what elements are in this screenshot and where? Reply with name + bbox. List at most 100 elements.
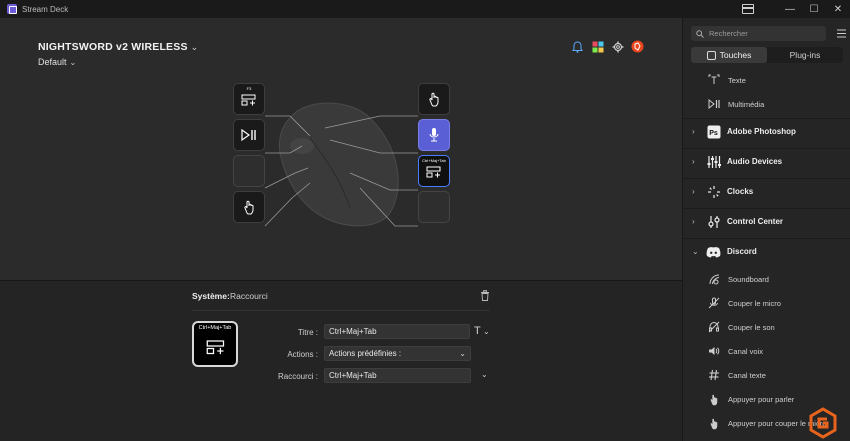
chevron-down-icon: ⌄: [459, 349, 466, 358]
soundboard-icon: [707, 272, 721, 286]
key-left-4[interactable]: [233, 191, 265, 223]
bell-icon[interactable]: [571, 40, 584, 53]
play-pause-icon: [241, 128, 256, 142]
sound-mute-icon: [707, 320, 721, 334]
maximize-button[interactable]: ☐: [802, 0, 826, 18]
divider: [192, 310, 490, 311]
elgato-user-icon[interactable]: [631, 40, 644, 53]
audio-devices-icon: [706, 154, 721, 169]
gear-icon[interactable]: [611, 40, 624, 53]
title-label: Titre :: [297, 328, 318, 337]
property-inspector: Système: Raccourci Ctrl+Maj+Tab Titre : …: [0, 280, 682, 441]
category-discord[interactable]: ⌄ Discord: [683, 238, 850, 264]
chevron-right-icon: ›: [692, 217, 695, 226]
tab-touches[interactable]: Touches: [691, 47, 767, 63]
search-box[interactable]: [691, 26, 826, 41]
chevron-right-icon: ›: [692, 157, 695, 166]
sidebar-item-label: Couper le micro: [728, 298, 781, 308]
sidebar-item-couper-micro[interactable]: Couper le micro: [683, 292, 850, 314]
sidebar-item-canal-voix[interactable]: Canal voix: [683, 340, 850, 362]
key-preview[interactable]: Ctrl+Maj+Tab: [192, 321, 238, 367]
close-button[interactable]: ✕: [826, 0, 850, 18]
microphone-icon: [429, 128, 439, 142]
sidebar-item-texte[interactable]: Texte: [683, 69, 850, 91]
app-logo-icon: [7, 4, 17, 14]
category-adobe-photoshop[interactable]: › Ps Adobe Photoshop: [683, 118, 850, 144]
shortcut-icon: [206, 340, 225, 355]
voice-channel-icon: [707, 344, 721, 358]
tab-plugins[interactable]: Plug-ins: [767, 47, 843, 63]
category-clocks[interactable]: › Clocks: [683, 178, 850, 204]
sidebar-item-multimedia[interactable]: Multimédia: [683, 93, 850, 115]
sidebar-item-label: Canal texte: [728, 370, 766, 380]
chevron-down-icon: ⌄: [692, 247, 699, 256]
key-mini-label: Ctrl+Maj+Tab: [422, 158, 446, 163]
clocks-icon: [706, 184, 721, 199]
sidebar-item-label: Texte: [728, 75, 746, 85]
category-control-center[interactable]: › Control Center: [683, 208, 850, 234]
text-channel-icon: [707, 368, 721, 382]
key-right-4[interactable]: [418, 191, 450, 223]
hand-tap-icon: [244, 200, 254, 215]
shortcut-icon: [241, 94, 256, 106]
sidebar-item-label: Multimédia: [728, 99, 765, 109]
device-selector[interactable]: NIGHTSWORD v2 WIRELESS ⌄: [38, 41, 198, 53]
preview-label: Ctrl+Maj+Tab: [198, 325, 232, 331]
sidebar-item-label: Soundboard: [728, 274, 769, 284]
key-left-3[interactable]: [233, 155, 265, 187]
chevron-down-icon: ⌄: [190, 42, 199, 52]
svg-text:Ps: Ps: [709, 130, 718, 137]
sidebar-item-label: Appuyer pour parler: [728, 394, 795, 404]
sidebar-tabs: Touches Plug-ins: [691, 47, 843, 63]
profile-selector[interactable]: Default ⌄: [38, 57, 76, 67]
sidebar-item-label: Canal voix: [728, 346, 764, 356]
shortcut-icon: [426, 166, 441, 178]
key-right-1[interactable]: [418, 83, 450, 115]
key-right-3-selected[interactable]: Ctrl+Maj+Tab: [418, 155, 450, 187]
marketplace-icon[interactable]: [591, 40, 604, 53]
chevron-right-icon: ›: [692, 127, 695, 136]
chevron-down-icon[interactable]: ⌄: [481, 370, 488, 379]
chevron-down-icon: ⌄: [69, 58, 77, 67]
title-bar: Stream Deck — ☐ ✕: [0, 0, 850, 18]
title-input[interactable]: Ctrl+Maj+Tab: [324, 324, 470, 339]
actions-label: Actions :: [287, 350, 318, 359]
text-icon: [707, 73, 721, 87]
category-audio-devices[interactable]: › Audio Devices: [683, 148, 850, 174]
key-left-2[interactable]: [233, 119, 265, 151]
app-title: Stream Deck: [22, 4, 69, 14]
key-right-2[interactable]: [418, 119, 450, 151]
shortcut-label: Raccourci :: [277, 372, 318, 381]
device-canvas: NIGHTSWORD v2 WIRELESS ⌄ Default ⌄ F3 Ct…: [0, 18, 682, 280]
minimize-button[interactable]: —: [778, 0, 802, 18]
watermark-logo-icon: [809, 407, 837, 439]
profile-name: Default: [38, 57, 67, 67]
chevron-down-icon[interactable]: ⌄: [483, 327, 490, 336]
discord-icon: [706, 244, 721, 259]
actions-value: Actions prédéfinies :: [329, 349, 402, 358]
shortcut-input[interactable]: Ctrl+Maj+Tab: [324, 368, 471, 383]
category-label: Clocks: [727, 187, 754, 196]
text-format-icon[interactable]: T: [474, 325, 481, 337]
sidebar-item-couper-son[interactable]: Couper le son: [683, 316, 850, 338]
sidebar-item-label: Couper le son: [728, 322, 775, 332]
mic-mute-icon: [707, 296, 721, 310]
actions-select[interactable]: Actions prédéfinies : ⌄: [324, 346, 471, 361]
search-input[interactable]: [709, 29, 819, 38]
push-to-talk-icon: [707, 392, 721, 406]
push-to-mute-icon: [707, 416, 721, 430]
key-left-1[interactable]: F3: [233, 83, 265, 115]
media-icon: [707, 97, 721, 111]
sidebar-item-soundboard[interactable]: Soundboard: [683, 268, 850, 290]
compact-view-icon[interactable]: [742, 4, 754, 14]
chevron-right-icon: ›: [692, 187, 695, 196]
category-label: Control Center: [727, 217, 783, 226]
list-view-icon[interactable]: [837, 29, 846, 38]
key-mini-label: F3: [246, 86, 252, 91]
trash-icon[interactable]: [480, 290, 490, 301]
action-category: Système:: [192, 291, 230, 301]
sidebar-item-canal-texte[interactable]: Canal texte: [683, 364, 850, 386]
category-label: Discord: [727, 247, 757, 256]
photoshop-icon: Ps: [706, 124, 721, 139]
action-name: Raccourci: [230, 291, 268, 301]
